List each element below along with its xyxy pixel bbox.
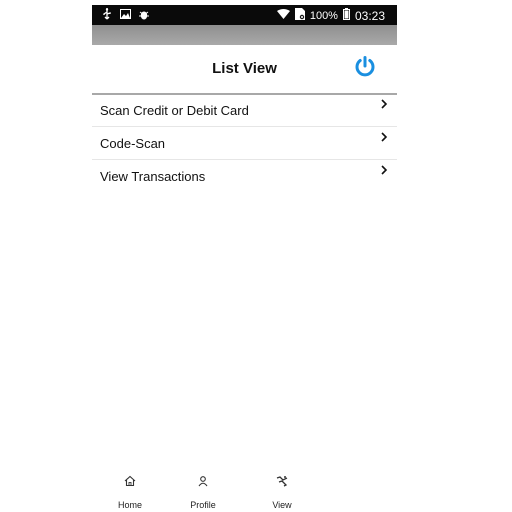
wifi-icon: [276, 9, 290, 23]
list-item-code-scan[interactable]: Code-Scan: [92, 127, 397, 160]
list-item-label: Scan Credit or Debit Card: [100, 103, 249, 118]
list-item-label: Code-Scan: [100, 136, 166, 151]
chevron-right-icon: [381, 165, 388, 175]
nav-label: Profile: [190, 500, 216, 510]
power-button[interactable]: [353, 55, 377, 79]
page-title: List View: [212, 60, 277, 77]
nav-item-profile[interactable]: Profile: [173, 469, 233, 512]
person-icon: [198, 476, 208, 487]
view-icon: [276, 476, 288, 487]
list-item-scan-card[interactable]: Scan Credit or Debit Card: [92, 94, 397, 127]
phone-screen: 100% 03:23 List View Scan Credit or Debi…: [92, 5, 397, 512]
battery-percent: 100%: [309, 10, 338, 22]
nav-label: Home: [117, 500, 142, 510]
power-icon: [355, 56, 375, 77]
battery-icon: [342, 8, 350, 24]
list-item-label: View Transactions: [100, 169, 206, 184]
app-header: List View: [92, 45, 397, 95]
bottom-nav: Home Profile View: [92, 469, 397, 512]
home-icon: [124, 475, 136, 487]
clock: 03:23: [354, 9, 385, 23]
action-bar-band: [92, 25, 397, 45]
status-right-icons: 100% 03:23: [276, 8, 385, 24]
nav-item-view[interactable]: View: [252, 469, 312, 512]
image-icon: [120, 9, 131, 19]
usb-icon: [102, 8, 112, 20]
chevron-right-icon: [381, 99, 388, 109]
status-bar: 100% 03:23: [92, 5, 397, 25]
menu-list: Scan Credit or Debit Card Code-Scan View…: [92, 94, 397, 192]
nav-item-home[interactable]: Home: [100, 469, 160, 512]
list-item-view-transactions[interactable]: View Transactions: [92, 160, 397, 192]
chevron-right-icon: [381, 132, 388, 142]
nav-label: View: [272, 500, 292, 510]
status-left-icons: [102, 8, 149, 20]
bug-icon: [139, 9, 149, 20]
sim-icon: [294, 8, 305, 24]
